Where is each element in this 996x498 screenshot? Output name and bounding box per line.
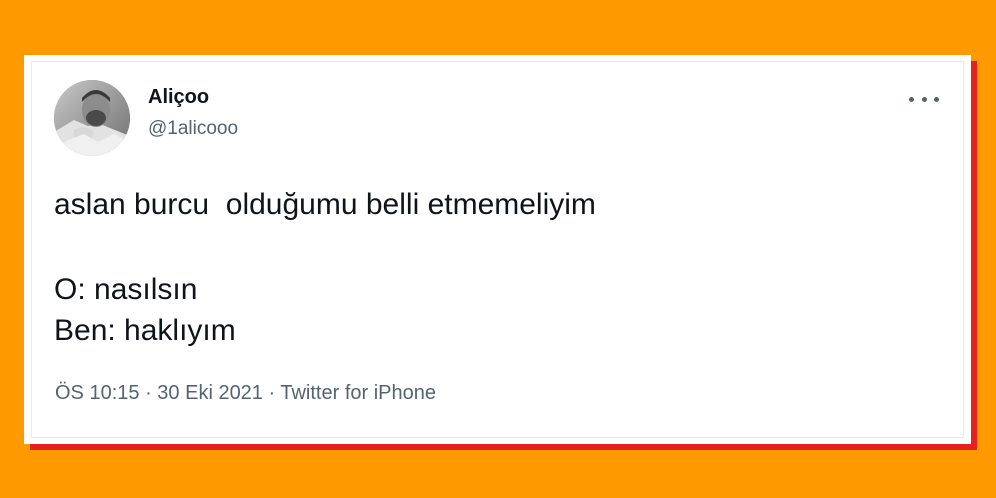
more-options-icon: [909, 96, 914, 102]
tweet-text-line: Ben: haklıyım: [54, 314, 236, 347]
author-display-name[interactable]: Aliçoo: [148, 86, 209, 109]
tweet-card: Aliçoo @1alicooo aslan burcu olduğumu be…: [24, 55, 971, 444]
tweet-source[interactable]: Twitter for iPhone: [280, 382, 436, 404]
tweet-date[interactable]: 30 Eki 2021: [157, 382, 263, 404]
tweet-text-line: [54, 225, 596, 269]
meta-separator: ·: [139, 382, 158, 404]
tweet-time[interactable]: ÖS 10:15: [55, 382, 140, 404]
author-handle[interactable]: @1alicooo: [148, 118, 238, 140]
tweet-meta: ÖS 10:15 · 30 Eki 2021 · Twitter for iPh…: [55, 382, 436, 405]
tweet-text-line: aslan burcu olduğumu belli etmemeliyim: [54, 188, 596, 221]
tweet-text: aslan burcu olduğumu belli etmemeliyim O…: [54, 184, 596, 351]
user-avatar-photo-icon: [54, 80, 130, 156]
more-options-icon: [934, 96, 939, 102]
tweet-text-line: O: nasılsın: [54, 273, 198, 306]
meta-separator: ·: [262, 382, 281, 404]
avatar[interactable]: [54, 80, 130, 156]
more-options-icon: [921, 96, 927, 102]
more-options-button[interactable]: [909, 89, 939, 109]
